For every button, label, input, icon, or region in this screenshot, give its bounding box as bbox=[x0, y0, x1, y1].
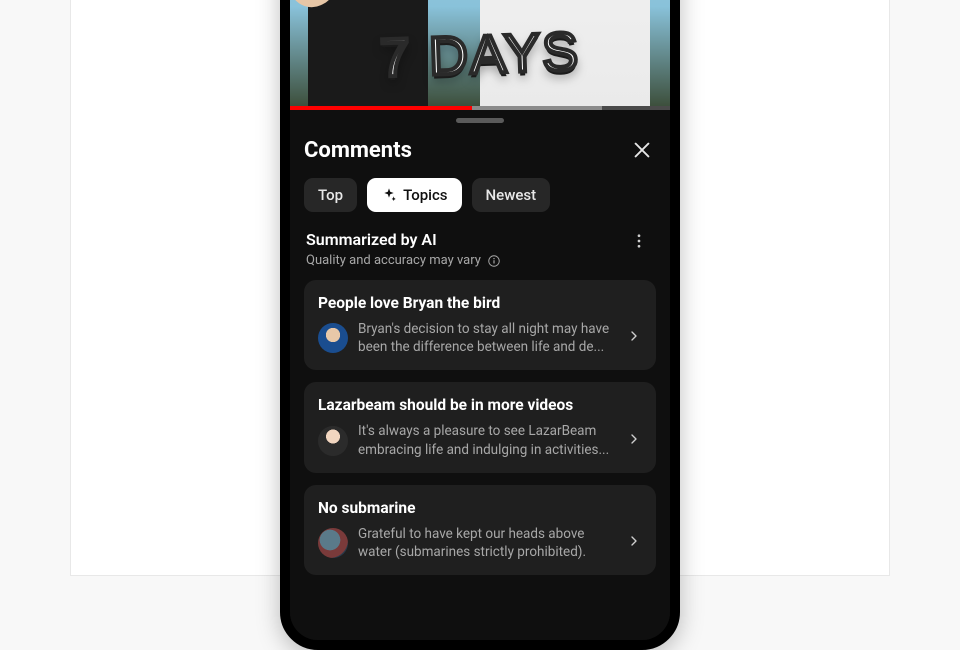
video-person-left bbox=[308, 0, 428, 110]
comments-sheet: Comments Top Topics Newest Summarized by… bbox=[290, 110, 670, 640]
topic-snippet: Grateful to have kept our heads above wa… bbox=[358, 525, 616, 561]
topic-body: Grateful to have kept our heads above wa… bbox=[318, 525, 644, 561]
topic-card[interactable]: People love Bryan the bird Bryan's decis… bbox=[304, 280, 656, 370]
sheet-header: Comments bbox=[304, 136, 656, 164]
topic-title: Lazarbeam should be in more videos bbox=[318, 396, 644, 414]
avatar bbox=[318, 426, 348, 456]
topic-body: Bryan's decision to stay all night may h… bbox=[318, 320, 644, 356]
sheet-drag-handle[interactable] bbox=[456, 118, 504, 123]
sparkle-icon bbox=[381, 187, 397, 203]
avatar bbox=[318, 323, 348, 353]
avatar bbox=[318, 528, 348, 558]
kebab-icon bbox=[630, 232, 648, 250]
ai-summary-disclaimer-text: Quality and accuracy may vary bbox=[306, 253, 481, 268]
sort-tabs: Top Topics Newest bbox=[304, 178, 656, 212]
tab-topics-label: Topics bbox=[403, 186, 447, 204]
close-icon bbox=[631, 139, 653, 161]
chevron-right-icon bbox=[626, 533, 644, 553]
close-button[interactable] bbox=[628, 136, 656, 164]
topic-card[interactable]: Lazarbeam should be in more videos It's … bbox=[304, 382, 656, 472]
page-background: 7 DAYS Comments Top Topics bbox=[70, 0, 890, 576]
phone-frame: 7 DAYS Comments Top Topics bbox=[280, 0, 680, 650]
more-options-button[interactable] bbox=[624, 230, 654, 256]
chevron-right-icon bbox=[626, 328, 644, 348]
video-person-right bbox=[480, 0, 650, 110]
tab-top[interactable]: Top bbox=[304, 178, 357, 212]
info-icon[interactable] bbox=[487, 254, 501, 268]
topic-body: It's always a pleasure to see LazarBeam … bbox=[318, 422, 644, 458]
chevron-right-icon bbox=[626, 431, 644, 451]
tab-topics[interactable]: Topics bbox=[367, 178, 461, 212]
topic-title: People love Bryan the bird bbox=[318, 294, 644, 312]
topic-snippet: Bryan's decision to stay all night may h… bbox=[358, 320, 616, 356]
sheet-title: Comments bbox=[304, 138, 412, 163]
tab-newest[interactable]: Newest bbox=[472, 178, 551, 212]
topic-card[interactable]: No submarine Grateful to have kept our h… bbox=[304, 485, 656, 575]
topic-title: No submarine bbox=[318, 499, 644, 517]
topic-snippet: It's always a pleasure to see LazarBeam … bbox=[358, 422, 616, 458]
ai-summary-header: Summarized by AI Quality and accuracy ma… bbox=[304, 230, 656, 268]
video-player[interactable]: 7 DAYS bbox=[290, 0, 670, 110]
ai-summary-label: Summarized by AI bbox=[306, 230, 501, 249]
ai-summary-disclaimer: Quality and accuracy may vary bbox=[306, 253, 501, 268]
